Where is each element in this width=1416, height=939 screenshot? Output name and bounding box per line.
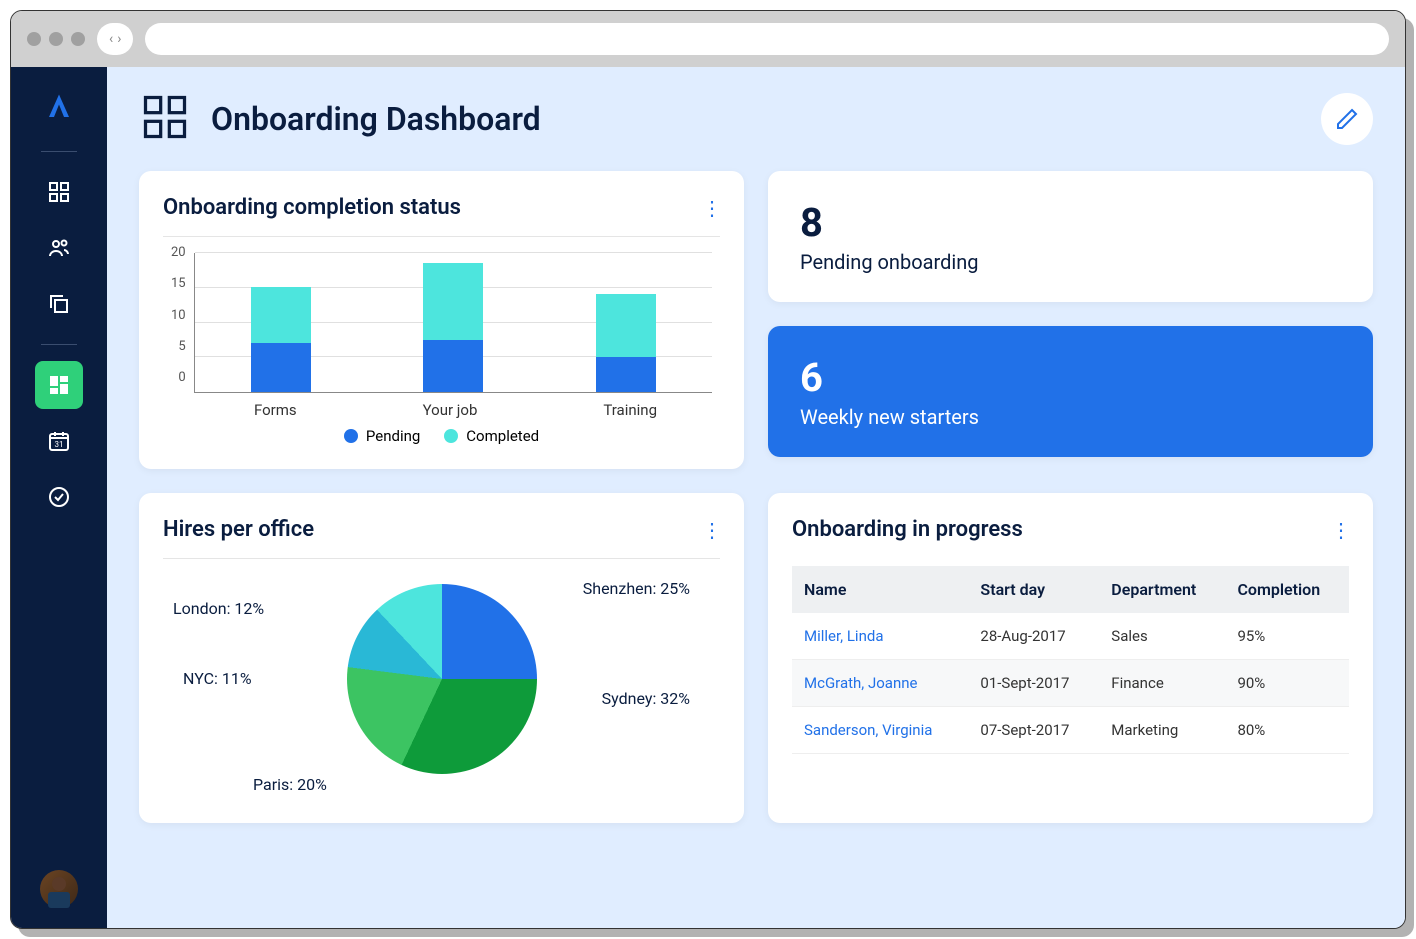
pencil-icon	[1335, 107, 1359, 131]
browser-toolbar: ‹ ›	[11, 11, 1405, 67]
table-row: Sanderson, Virginia 07-Sept-2017 Marketi…	[792, 707, 1349, 754]
page-header: Onboarding Dashboard	[139, 91, 1373, 147]
person-link[interactable]: Sanderson, Virginia	[804, 721, 932, 739]
pie-label-london: London: 12%	[173, 599, 264, 618]
cell-dept: Marketing	[1099, 707, 1225, 754]
sidebar-divider	[41, 151, 77, 152]
bar-label: Your job	[423, 401, 478, 419]
bar-forms	[251, 287, 311, 392]
y-tick: 10	[171, 308, 186, 323]
bars-container	[194, 253, 712, 393]
copy-icon	[47, 292, 71, 316]
url-bar[interactable]	[145, 23, 1389, 55]
legend-label: Pending	[366, 427, 420, 445]
y-tick: 15	[171, 276, 186, 291]
board-icon	[47, 373, 71, 397]
person-link[interactable]: McGrath, Joanne	[804, 674, 917, 692]
cell-completion: 95%	[1225, 613, 1349, 660]
table-row: McGrath, Joanne 01-Sept-2017 Finance 90%	[792, 660, 1349, 707]
sidebar-item-folders[interactable]	[35, 280, 83, 328]
completion-status-card: Onboarding completion status ⋮ 0 5 10 15…	[139, 171, 744, 469]
y-tick: 5	[171, 339, 186, 354]
traffic-light-maximize[interactable]	[71, 32, 85, 46]
y-tick: 0	[171, 370, 186, 385]
bar-label: Forms	[254, 401, 297, 419]
th-dept: Department	[1099, 566, 1225, 613]
stat-label: Pending onboarding	[800, 250, 1341, 274]
th-completion: Completion	[1225, 566, 1349, 613]
cell-dept: Finance	[1099, 660, 1225, 707]
traffic-light-close[interactable]	[27, 32, 41, 46]
legend-label: Completed	[466, 427, 539, 445]
user-avatar[interactable]	[40, 870, 78, 908]
card-title: Onboarding in progress	[792, 517, 1023, 542]
pie-label-paris: Paris: 20%	[253, 775, 327, 794]
card-title: Hires per office	[163, 517, 314, 542]
bar-label: Training	[603, 401, 657, 419]
traffic-lights	[27, 32, 85, 46]
svg-text:31: 31	[55, 440, 64, 449]
card-title: Onboarding completion status	[163, 195, 461, 220]
traffic-light-minimize[interactable]	[49, 32, 63, 46]
legend-dot-pending	[344, 429, 358, 443]
checkmark-circle-icon	[47, 485, 71, 509]
pie-label-sydney: Sydney: 32%	[602, 689, 690, 708]
pie-chart: Shenzhen: 25% Sydney: 32% Paris: 20% NYC…	[163, 559, 720, 799]
progress-table: Name Start day Department Completion Mil…	[792, 566, 1349, 754]
cell-completion: 80%	[1225, 707, 1349, 754]
th-name: Name	[792, 566, 968, 613]
main-content: Onboarding Dashboard Onboarding completi…	[107, 67, 1405, 928]
bar-your-job	[423, 263, 483, 392]
sidebar-item-people[interactable]	[35, 224, 83, 272]
cell-completion: 90%	[1225, 660, 1349, 707]
sidebar-item-dashboard[interactable]	[35, 168, 83, 216]
cell-dept: Sales	[1099, 613, 1225, 660]
th-start: Start day	[968, 566, 1099, 613]
table-row: Miller, Linda 28-Aug-2017 Sales 95%	[792, 613, 1349, 660]
bar-training	[596, 294, 656, 392]
person-link[interactable]: Miller, Linda	[804, 627, 883, 645]
hires-per-office-card: Hires per office ⋮ Shenzhen: 25% Sydney:…	[139, 493, 744, 823]
pie-label-nyc: NYC: 11%	[183, 669, 252, 688]
back-icon[interactable]: ‹	[109, 31, 113, 47]
card-menu-icon[interactable]: ⋮	[702, 196, 720, 220]
sidebar-item-board-active[interactable]	[35, 361, 83, 409]
pending-onboarding-card[interactable]: 8 Pending onboarding	[768, 171, 1373, 302]
weekly-starters-card[interactable]: 6 Weekly new starters	[768, 326, 1373, 457]
calendar-icon: 31	[47, 429, 71, 453]
bar-chart: 0 5 10 15 20	[163, 237, 720, 393]
pie-label-shenzhen: Shenzhen: 25%	[583, 579, 690, 598]
card-menu-icon[interactable]: ⋮	[702, 518, 720, 542]
cell-start: 07-Sept-2017	[968, 707, 1099, 754]
cell-start: 28-Aug-2017	[968, 613, 1099, 660]
edit-button[interactable]	[1321, 93, 1373, 145]
cell-start: 01-Sept-2017	[968, 660, 1099, 707]
grid-icon	[47, 180, 71, 204]
app-logo-icon[interactable]	[39, 87, 79, 127]
people-icon	[47, 236, 71, 260]
page-title: Onboarding Dashboard	[211, 100, 1301, 138]
sidebar: 31	[11, 67, 107, 928]
y-axis: 0 5 10 15 20	[171, 245, 194, 385]
stat-label: Weekly new starters	[800, 405, 1341, 429]
browser-nav-buttons: ‹ ›	[97, 23, 133, 55]
onboarding-progress-card: Onboarding in progress ⋮ Name Start day …	[768, 493, 1373, 823]
sidebar-item-calendar[interactable]: 31	[35, 417, 83, 465]
card-menu-icon[interactable]: ⋮	[1331, 518, 1349, 542]
sidebar-item-tasks[interactable]	[35, 473, 83, 521]
dashboard-icon	[139, 91, 191, 147]
chart-legend: Pending Completed	[163, 427, 720, 445]
y-tick: 20	[171, 245, 186, 260]
stat-number: 6	[800, 354, 1341, 401]
legend-dot-completed	[444, 429, 458, 443]
stat-number: 8	[800, 199, 1341, 246]
forward-icon[interactable]: ›	[117, 31, 121, 47]
sidebar-divider	[41, 344, 77, 345]
